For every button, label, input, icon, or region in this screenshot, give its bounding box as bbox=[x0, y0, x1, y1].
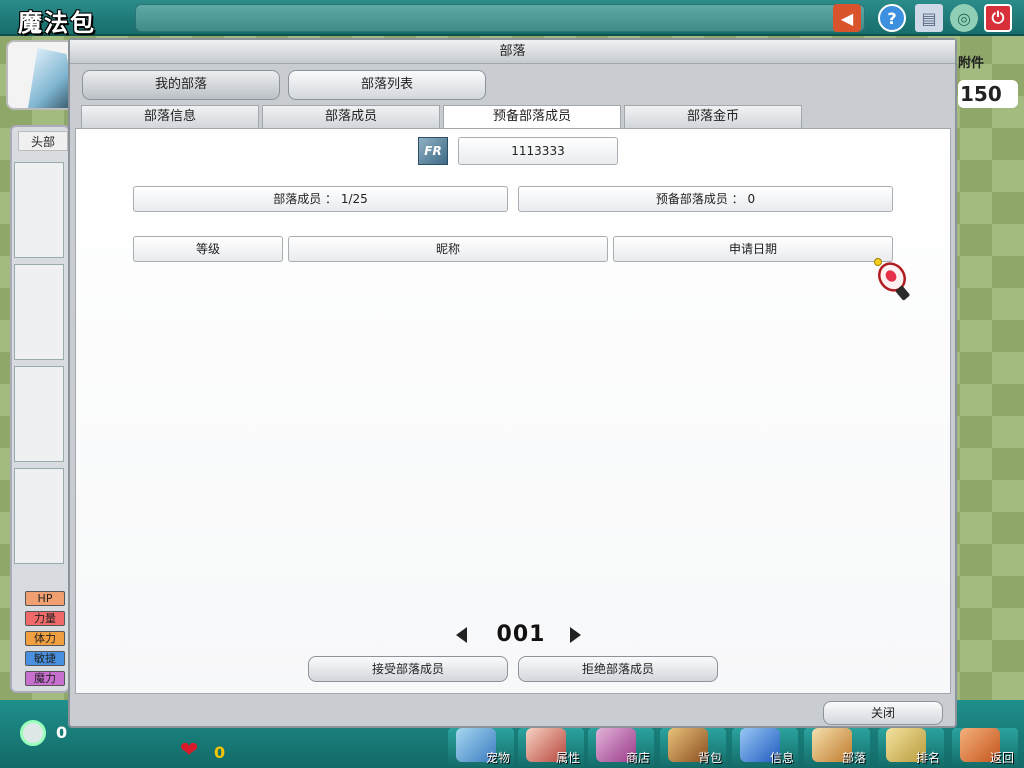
pending-members-panel: FR 1113333 部落成员 ： 1/25 预备部落成员 ： 0 等级 昵称 … bbox=[75, 128, 951, 694]
stat-agility: 敏捷 bbox=[25, 651, 65, 666]
nav-label: 返回 bbox=[989, 751, 1014, 765]
reject-member-button[interactable]: 拒绝部落成员 bbox=[518, 656, 718, 682]
nav-rank[interactable]: 排名 bbox=[878, 728, 944, 768]
tab-tribe-members[interactable]: 部落成员 bbox=[262, 105, 440, 129]
tab-tribe-gold[interactable]: 部落金币 bbox=[624, 105, 802, 129]
tab-tribe-info[interactable]: 部落信息 bbox=[81, 105, 259, 129]
page-number: 001 bbox=[496, 622, 546, 647]
top-search-bar[interactable] bbox=[135, 4, 865, 32]
nav-label: 部落 bbox=[841, 751, 866, 765]
tribe-id-field: 1113333 bbox=[458, 137, 618, 165]
column-nickname[interactable]: 昵称 bbox=[288, 236, 608, 262]
tab-head[interactable]: 头部 bbox=[18, 131, 68, 151]
stat-strength: 力量 bbox=[25, 611, 65, 626]
tab-my-tribe[interactable]: 我的部落 bbox=[82, 70, 280, 100]
right-panel-label: 附件 bbox=[958, 56, 985, 71]
book-icon[interactable]: ▤ bbox=[915, 4, 943, 32]
tab-tribe-list[interactable]: 部落列表 bbox=[288, 70, 486, 100]
pager: 001 bbox=[456, 622, 586, 648]
equipment-slot[interactable] bbox=[14, 162, 64, 258]
coin-stack-icon[interactable]: ◎ bbox=[950, 4, 978, 32]
tab-pending-members[interactable]: 预备部落成员 bbox=[443, 105, 621, 130]
nav-bag[interactable]: 背包 bbox=[660, 728, 726, 768]
nav-attribute[interactable]: 属性 bbox=[518, 728, 584, 768]
nav-label: 宠物 bbox=[485, 751, 510, 765]
avatar bbox=[6, 40, 76, 110]
nav-label: 信息 bbox=[769, 751, 794, 765]
nav-tribe[interactable]: 部落 bbox=[804, 728, 870, 768]
stat-hp: HP bbox=[25, 591, 65, 606]
member-count: 部落成员 ： 1/25 bbox=[133, 186, 508, 212]
dialog-title: 部落 bbox=[70, 40, 955, 64]
stat-stamina: 体力 bbox=[25, 631, 65, 646]
column-apply-date[interactable]: 申请日期 bbox=[613, 236, 893, 262]
equipment-slot[interactable] bbox=[14, 366, 64, 462]
column-level[interactable]: 等级 bbox=[133, 236, 283, 262]
tribe-dialog: 部落 我的部落 部落列表 部落信息 部落成员 预备部落成员 部落金币 FR 11… bbox=[68, 38, 957, 728]
right-panel-number: 150 bbox=[958, 80, 1018, 108]
heart-count: 0 bbox=[214, 743, 226, 762]
nav-info[interactable]: 信息 bbox=[732, 728, 798, 768]
prev-page-icon[interactable] bbox=[456, 627, 467, 643]
coin-count: 0 bbox=[56, 723, 68, 742]
nav-pet[interactable]: 宠物 bbox=[448, 728, 514, 768]
next-page-icon[interactable] bbox=[570, 627, 581, 643]
nav-shop[interactable]: 商店 bbox=[588, 728, 654, 768]
top-bar: 魔法包 ◀ ? ▤ ◎ ⏻ bbox=[0, 0, 1024, 37]
wand-cursor-icon bbox=[874, 258, 910, 301]
heart-icon: ❤ bbox=[180, 738, 199, 763]
stat-magic: 魔力 bbox=[25, 671, 65, 686]
megaphone-icon[interactable]: ◀ bbox=[833, 4, 861, 32]
tribe-emblem-icon: FR bbox=[418, 137, 448, 165]
app-title: 魔法包 bbox=[18, 9, 96, 37]
nav-label: 排名 bbox=[915, 751, 940, 765]
power-icon[interactable]: ⏻ bbox=[984, 4, 1012, 32]
nav-label: 属性 bbox=[555, 751, 580, 765]
equipment-slot[interactable] bbox=[14, 264, 64, 360]
nav-label: 背包 bbox=[697, 751, 722, 765]
close-button[interactable]: 关闭 bbox=[823, 701, 943, 725]
equipment-slot[interactable] bbox=[14, 468, 64, 564]
nav-return[interactable]: 返回 bbox=[952, 728, 1018, 768]
accept-member-button[interactable]: 接受部落成员 bbox=[308, 656, 508, 682]
help-icon[interactable]: ? bbox=[878, 4, 906, 32]
pending-count: 预备部落成员 ： 0 bbox=[518, 186, 893, 212]
nav-label: 商店 bbox=[625, 751, 650, 765]
coin-icon bbox=[20, 720, 46, 746]
